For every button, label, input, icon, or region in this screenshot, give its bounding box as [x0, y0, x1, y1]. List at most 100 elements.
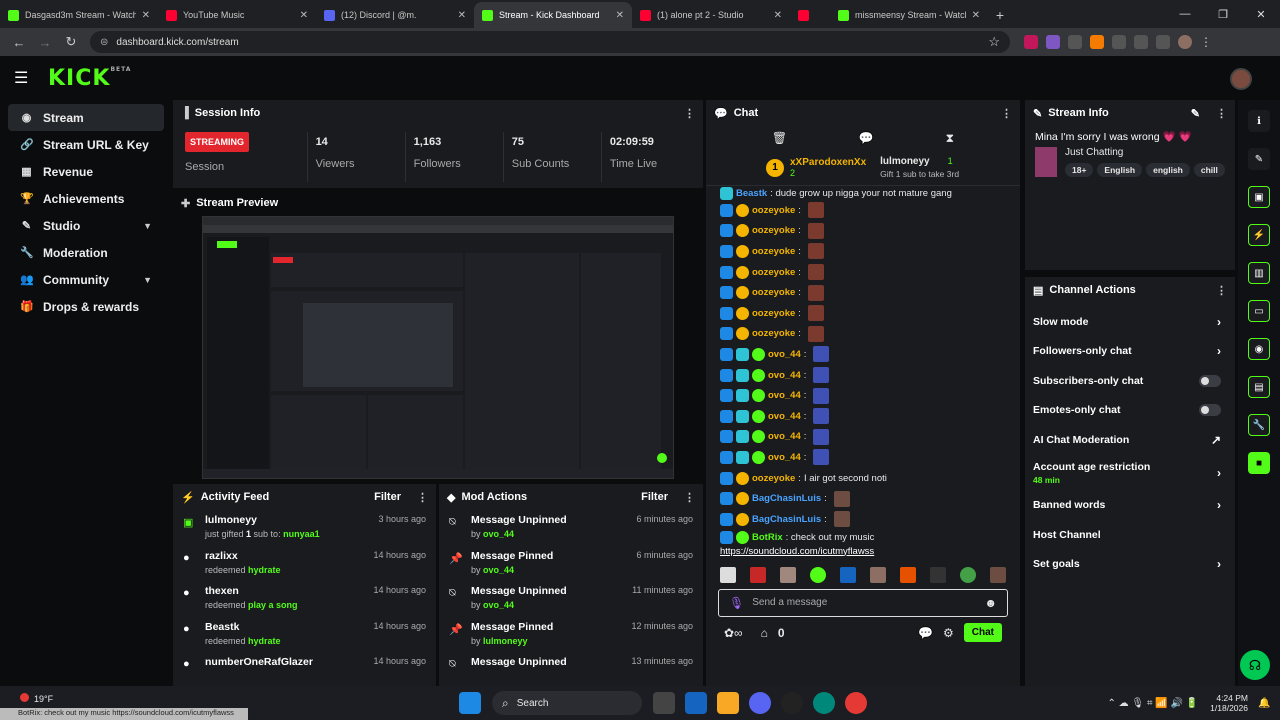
emote-icon[interactable]: [960, 566, 976, 583]
extension-icon[interactable]: ■: [1248, 452, 1270, 474]
chevron-right-icon[interactable]: ›: [1217, 557, 1221, 571]
browser-tab[interactable]: (1) alone pt 2 - Studio ✕: [632, 2, 790, 28]
info-icon[interactable]: ℹ: [1248, 110, 1270, 132]
preview-icon[interactable]: ▥: [1248, 262, 1270, 284]
chevron-right-icon[interactable]: ›: [1217, 498, 1221, 512]
kick-logo[interactable]: KICKBETA: [48, 66, 131, 91]
browser-tab[interactable]: [790, 2, 830, 28]
tab-close-icon[interactable]: ✕: [774, 10, 782, 21]
url-input[interactable]: ⊜ dashboard.kick.com/stream ☆: [90, 31, 1010, 53]
chevron-right-icon[interactable]: ›: [1217, 344, 1221, 358]
chat-bubble-icon[interactable]: 💬: [859, 131, 874, 145]
channel-action-item[interactable]: AI Chat Moderation ↗: [1025, 425, 1235, 455]
steam-app-icon[interactable]: [781, 692, 803, 714]
chat-bubble-icon[interactable]: ▭: [1248, 300, 1270, 322]
emote-icon[interactable]: [930, 566, 946, 583]
tab-close-icon[interactable]: ✕: [142, 10, 150, 21]
gift-leader-name[interactable]: lulmoneyy: [880, 156, 929, 167]
channel-action-item[interactable]: Subscribers-only chat: [1025, 366, 1235, 396]
external-link-icon[interactable]: ↗: [1211, 433, 1221, 447]
browser-tab[interactable]: (12) Discord | @m. ✕: [316, 2, 474, 28]
puzzle-icon[interactable]: [1112, 35, 1126, 49]
chat-username[interactable]: ovo_44: [768, 370, 801, 381]
avatar[interactable]: [1230, 68, 1252, 90]
taskbar-search[interactable]: ⌕ Search: [492, 691, 642, 715]
tag-chip[interactable]: 18+: [1065, 163, 1094, 177]
activity-username[interactable]: thexen: [205, 585, 363, 597]
more-options-icon[interactable]: ⋮: [1216, 107, 1227, 120]
emote-icon[interactable]: [840, 566, 856, 583]
menu-icon[interactable]: ⋮: [1200, 35, 1214, 49]
sidebar-item[interactable]: 🔗 Stream URL & Key: [8, 131, 164, 158]
emote-icon[interactable]: [900, 566, 916, 583]
windows-start-icon[interactable]: [459, 692, 481, 714]
channel-action-item[interactable]: Followers-only chat ›: [1025, 337, 1235, 367]
filter-button[interactable]: Filter: [374, 491, 401, 503]
tab-close-icon[interactable]: ✕: [458, 10, 466, 21]
profile-icon[interactable]: [1178, 35, 1192, 49]
points-icon[interactable]: ✿∞: [724, 626, 743, 640]
chat-send-button[interactable]: Chat: [963, 623, 1002, 642]
reload-icon[interactable]: ↻: [58, 34, 84, 50]
activity-username[interactable]: lulmoneyy: [205, 514, 368, 526]
chat-username[interactable]: oozeyoke: [752, 328, 795, 339]
edit-icon[interactable]: ✎: [1191, 107, 1200, 120]
chat-input[interactable]: 🎙 Send a message ☻: [718, 588, 1008, 617]
browser-tab[interactable]: Stream - Kick Dashboard ✕: [474, 2, 632, 28]
filter-button[interactable]: Filter: [641, 491, 668, 503]
channel-action-item[interactable]: Slow mode ›: [1025, 307, 1235, 337]
mic-icon[interactable]: 🎙: [729, 596, 744, 610]
chat-username[interactable]: oozeyoke: [752, 308, 795, 319]
chat-username[interactable]: ovo_44: [768, 349, 801, 360]
toggle-switch[interactable]: [1199, 374, 1221, 387]
chat-username[interactable]: ovo_44: [768, 431, 801, 442]
tray-icons[interactable]: ⌃ ☁ 🎙 ⌗ 📶 🔊 🔋: [1107, 698, 1198, 709]
chat-username[interactable]: oozeyoke: [752, 246, 795, 257]
chat-username[interactable]: oozeyoke: [752, 473, 795, 484]
sidebar-item[interactable]: ▦ Revenue: [8, 158, 164, 185]
back-icon[interactable]: ←: [6, 35, 32, 50]
broadcast-icon[interactable]: ◉: [1248, 338, 1270, 360]
tab-close-icon[interactable]: ✕: [616, 10, 624, 21]
more-options-icon[interactable]: ⋮: [684, 107, 695, 120]
chat-username[interactable]: ovo_44: [768, 411, 801, 422]
activity-username[interactable]: razlixx: [205, 550, 363, 562]
support-icon[interactable]: ☊: [1240, 650, 1270, 680]
minimize-icon[interactable]: —: [1166, 0, 1204, 28]
chevron-right-icon[interactable]: ›: [1217, 315, 1221, 329]
reading-list-icon[interactable]: [1156, 35, 1170, 49]
close-icon[interactable]: ✕: [1242, 0, 1280, 28]
hamburger-menu-icon[interactable]: ☰: [14, 68, 36, 88]
extension-icon[interactable]: [1068, 35, 1082, 49]
sidebar-item[interactable]: 🏆 Achievements: [8, 185, 164, 212]
emote-icon[interactable]: [780, 566, 796, 583]
chat-username[interactable]: oozeyoke: [752, 205, 795, 216]
wrench-icon[interactable]: 🔧: [1248, 414, 1270, 436]
chat-username[interactable]: oozeyoke: [752, 225, 795, 236]
stream-preview-video[interactable]: [202, 216, 674, 479]
tab-search-icon[interactable]: [1134, 35, 1148, 49]
emote-icon[interactable]: [810, 566, 826, 583]
tab-close-icon[interactable]: ✕: [300, 10, 308, 21]
extension-icon[interactable]: [1090, 35, 1104, 49]
more-options-icon[interactable]: ⋮: [417, 491, 428, 504]
extension-icon[interactable]: [1024, 35, 1038, 49]
tag-chip[interactable]: english: [1146, 163, 1190, 177]
sidebar-item[interactable]: 🎁 Drops & rewards: [8, 293, 164, 320]
chat-username[interactable]: BotRix: [752, 532, 783, 543]
emote-icon[interactable]: [990, 566, 1006, 583]
chevron-down-icon[interactable]: ▼: [143, 275, 152, 285]
new-tab-icon[interactable]: +: [988, 2, 1012, 28]
emote-icon[interactable]: [720, 566, 736, 583]
channel-action-item[interactable]: Emotes-only chat: [1025, 396, 1235, 426]
expand-icon[interactable]: ▣: [1248, 186, 1270, 208]
more-options-icon[interactable]: ⋮: [1216, 284, 1227, 297]
browser-tab[interactable]: YouTube Music ✕: [158, 2, 316, 28]
more-options-icon[interactable]: ⋮: [1001, 107, 1012, 120]
site-info-icon[interactable]: ⊜: [100, 37, 108, 48]
chat-username[interactable]: ovo_44: [768, 452, 801, 463]
more-options-icon[interactable]: ⋮: [684, 491, 695, 504]
chevron-down-icon[interactable]: ▼: [143, 221, 152, 231]
chevron-right-icon[interactable]: ›: [1217, 466, 1221, 480]
tab-close-icon[interactable]: ✕: [972, 10, 980, 21]
